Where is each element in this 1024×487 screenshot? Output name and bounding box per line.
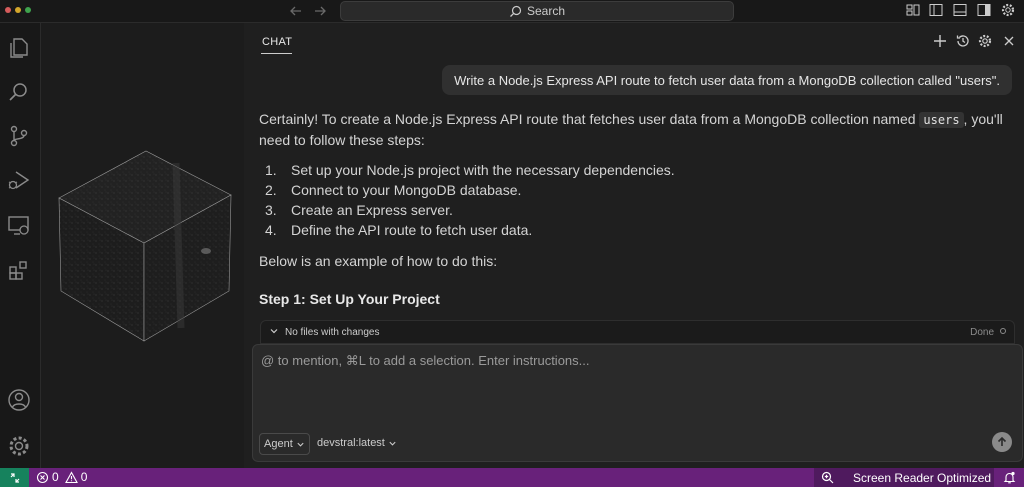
chevron-down-icon bbox=[296, 440, 305, 449]
remote-explorer-icon[interactable] bbox=[6, 213, 32, 239]
list-text: Create an Express server. bbox=[291, 202, 453, 218]
back-arrow-icon[interactable] bbox=[287, 2, 305, 20]
close-icon[interactable] bbox=[1001, 33, 1017, 49]
tab-chat[interactable]: CHAT bbox=[262, 36, 292, 48]
screen-reader-status[interactable]: Screen Reader Optimized bbox=[853, 471, 991, 485]
explorer-icon[interactable] bbox=[6, 35, 32, 61]
inline-code: users bbox=[919, 112, 964, 128]
problems-indicator[interactable]: 0 0 bbox=[36, 470, 87, 484]
user-message-text: Write a Node.js Express API route to fet… bbox=[454, 72, 1000, 88]
warning-count: 0 bbox=[80, 470, 88, 484]
assistant-response: Certainly! To create a Node.js Express A… bbox=[259, 109, 1009, 309]
close-window-button[interactable] bbox=[5, 7, 11, 13]
maximize-window-button[interactable] bbox=[25, 7, 31, 13]
steps-list: 1. Set up your Node.js project with the n… bbox=[259, 160, 1009, 240]
toggle-panel-icon[interactable] bbox=[952, 2, 968, 18]
minimize-window-button[interactable] bbox=[15, 7, 21, 13]
zoom-icon[interactable] bbox=[820, 470, 835, 485]
notifications-bell-icon[interactable] bbox=[1002, 470, 1017, 485]
model-dropdown[interactable]: devstral:latest bbox=[317, 433, 397, 453]
cube-illustration bbox=[58, 150, 232, 342]
model-label: devstral:latest bbox=[317, 437, 385, 449]
tab-active-indicator bbox=[261, 53, 292, 54]
command-center-search[interactable]: Search bbox=[340, 1, 734, 21]
response-followup: Below is an example of how to do this: bbox=[259, 253, 498, 269]
list-number: 2. bbox=[265, 182, 277, 198]
settings-gear-icon[interactable] bbox=[1000, 2, 1016, 18]
intro-text: Certainly! To create a Node.js Express A… bbox=[259, 111, 920, 127]
chevron-down-icon bbox=[388, 439, 397, 448]
list-item: 2. Connect to your MongoDB database. bbox=[259, 180, 1009, 200]
run-debug-icon[interactable] bbox=[6, 167, 32, 193]
list-text: Set up your Node.js project with the nec… bbox=[291, 162, 675, 178]
search-label: Search bbox=[526, 4, 566, 18]
toggle-secondary-sidebar-icon[interactable] bbox=[976, 2, 992, 18]
source-control-icon[interactable] bbox=[6, 123, 32, 149]
chat-input[interactable] bbox=[261, 353, 1001, 393]
settings-icon[interactable] bbox=[977, 33, 993, 49]
warning-icon bbox=[64, 470, 78, 484]
chevron-down-icon[interactable] bbox=[269, 326, 279, 336]
title-bar: Search bbox=[0, 0, 1024, 23]
done-button[interactable]: Done bbox=[970, 327, 994, 338]
error-count: 0 bbox=[52, 470, 59, 484]
arrow-up-icon bbox=[996, 436, 1008, 448]
error-icon bbox=[36, 471, 49, 484]
list-item: 4. Define the API route to fetch user dat… bbox=[259, 220, 1009, 240]
history-icon[interactable] bbox=[955, 33, 971, 49]
mode-label: Agent bbox=[264, 438, 293, 450]
send-button[interactable] bbox=[992, 432, 1012, 452]
empty-editor-area bbox=[41, 23, 244, 468]
status-bar: 0 0 Screen Reader Optimized bbox=[0, 468, 1024, 487]
search-icon[interactable] bbox=[6, 79, 32, 105]
manage-gear-icon[interactable] bbox=[6, 433, 32, 459]
list-item: 1. Set up your Node.js project with the n… bbox=[259, 160, 1009, 180]
step-heading: Step 1: Set Up Your Project bbox=[259, 291, 440, 307]
accounts-icon[interactable] bbox=[6, 387, 32, 413]
remote-indicator[interactable] bbox=[0, 468, 29, 487]
chat-panel: CHAT Write a Node.js Express API route t… bbox=[244, 23, 1024, 468]
status-circle-icon bbox=[1000, 328, 1006, 334]
chat-input-container: Agent devstral:latest bbox=[252, 344, 1023, 462]
list-number: 3. bbox=[265, 202, 277, 218]
extensions-icon[interactable] bbox=[6, 257, 32, 283]
user-message-bubble: Write a Node.js Express API route to fet… bbox=[442, 65, 1012, 95]
new-chat-icon[interactable] bbox=[932, 33, 948, 49]
changes-bar[interactable]: No files with changes Done bbox=[260, 320, 1015, 344]
search-icon bbox=[509, 5, 522, 18]
list-number: 1. bbox=[265, 162, 277, 178]
list-number: 4. bbox=[265, 222, 277, 238]
toggle-primary-sidebar-icon[interactable] bbox=[928, 2, 944, 18]
mode-dropdown[interactable]: Agent bbox=[259, 433, 310, 455]
customize-layout-icon[interactable] bbox=[905, 2, 921, 18]
forward-arrow-icon[interactable] bbox=[311, 2, 329, 20]
list-text: Connect to your MongoDB database. bbox=[291, 182, 522, 198]
remote-icon bbox=[9, 472, 21, 484]
activity-bar bbox=[0, 23, 41, 468]
response-intro: Certainly! To create a Node.js Express A… bbox=[259, 109, 1009, 150]
changes-label: No files with changes bbox=[285, 327, 380, 338]
list-item: 3. Create an Express server. bbox=[259, 200, 1009, 220]
list-text: Define the API route to fetch user data. bbox=[291, 222, 533, 238]
